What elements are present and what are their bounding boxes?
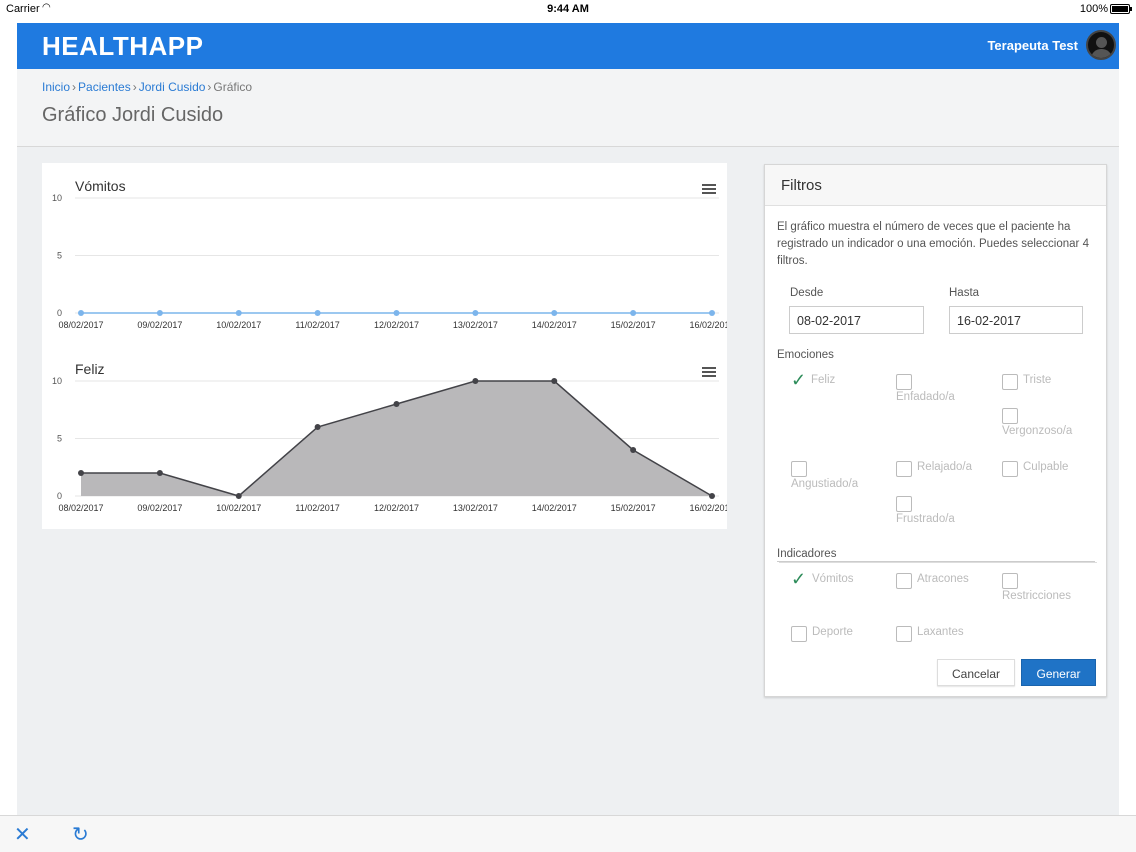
x-tick-label: 16/02/2017 [689,320,727,330]
menu-icon [702,367,716,369]
x-tick-label: 08/02/2017 [58,320,103,330]
page-title: Gráfico Jordi Cusido [42,104,224,126]
x-tick-label: 16/02/2017 [689,503,727,513]
x-tick-label: 09/02/2017 [137,320,182,330]
battery-percent: 100% [1079,3,1108,15]
charts-card: Vómitos 10 5 0 08/02/2017 09/02/2017 10/02/201… [42,163,727,529]
y-tick-label: 0 [57,308,62,318]
charts-svg: Vómitos 10 5 0 08/02/2017 09/02/2017 10/02/201… [52,178,727,513]
menu-icon [702,188,716,190]
checkmark-icon: ✓ [791,370,807,390]
x-tick-label: 12/02/2017 [374,320,419,330]
chart-title: Feliz [75,361,105,377]
status-bar: Carrier ◠ 9:44 AM 100% [0,0,1136,18]
menu-icon [702,371,716,373]
indicadores-label: Indicadores [777,548,837,560]
y-tick-label: 10 [52,376,62,386]
emociones-label: Emociones [777,349,834,361]
breadcrumb: Inicio › Pacientes › Jordi Cusido › Gráfico [42,80,253,94]
x-tick-label: 11/02/2017 [295,320,339,330]
filters-description: El gráfico muestra el número de veces qu… [777,221,1089,267]
x-tick-label: 10/02/2017 [216,503,261,513]
app-brand[interactable]: HEALTHAPP [42,31,203,62]
app-header: HEALTHAPP Terapeuta Test [17,23,1119,69]
x-tick-label: 08/02/2017 [58,503,103,513]
menu-icon [702,375,716,377]
data-point [472,378,479,384]
y-tick-label: 5 [57,434,62,444]
data-point [472,310,479,316]
menu-icon [702,192,716,194]
filters-title: Filtros [781,177,822,194]
x-tick-label: 14/02/2017 [532,503,577,513]
data-point [235,493,242,499]
breadcrumb-inicio[interactable]: Inicio [42,80,70,94]
user-name[interactable]: Terapeuta Test [987,38,1078,53]
battery-icon [1110,4,1132,14]
x-tick-label: 10/02/2017 [216,320,261,330]
chart-title: Vómitos [75,178,126,194]
x-tick-label: 15/02/2017 [611,320,656,330]
data-point [78,470,84,476]
avatar[interactable] [1086,30,1116,60]
indicadores-divider [777,561,1095,562]
clock: 9:44 AM [547,3,589,15]
x-tick-label: 09/02/2017 [137,503,182,513]
filters-header: Filtros [765,165,1106,206]
page: HEALTHAPP Terapeuta Test Inicio › Paciente… [17,23,1119,815]
page-heading-section: Inicio › Pacientes › Jordi Cusido › Gráfico Gr… [17,69,1119,147]
data-point [393,310,400,316]
y-tick-label: 10 [52,193,62,203]
data-point [78,310,84,316]
data-point [551,310,558,316]
reload-icon[interactable]: ↻ [72,822,89,847]
hasta-label: Hasta [949,287,980,299]
data-point [551,378,558,384]
data-point [156,310,163,316]
data-point [235,310,242,316]
breadcrumb-pacientes[interactable]: Pacientes [78,80,131,94]
y-tick-label: 5 [57,251,62,261]
data-point [630,447,637,453]
x-tick-label: 15/02/2017 [611,503,656,513]
x-tick-label: 12/02/2017 [374,503,419,513]
x-tick-label: 13/02/2017 [453,503,498,513]
hasta-input[interactable]: 16-02-2017 [949,306,1083,334]
cancel-button[interactable]: Cancelar [937,659,1015,686]
bottom-toolbar: ✕ ↻ [0,815,1136,852]
data-point [314,310,321,316]
data-point [709,310,715,316]
data-point [156,470,163,476]
checkmark-icon: ✓ [791,569,807,589]
menu-icon [702,184,716,186]
data-point [314,424,321,430]
data-point [393,401,400,407]
data-point [709,493,715,499]
generate-button[interactable]: Generar [1021,659,1096,686]
x-tick-label: 14/02/2017 [532,320,577,330]
y-tick-label: 0 [57,491,62,501]
desde-input[interactable]: 08-02-2017 [789,306,924,334]
breadcrumb-current: Gráfico [213,80,253,94]
close-icon[interactable]: ✕ [14,822,31,847]
data-point [630,310,637,316]
x-tick-label: 13/02/2017 [453,320,498,330]
desde-label: Desde [790,287,824,299]
filters-panel: Filtros El gráfico muestra el número de … [764,164,1107,697]
breadcrumb-patient[interactable]: Jordi Cusido [139,80,206,94]
x-tick-label: 11/02/2017 [295,503,339,513]
